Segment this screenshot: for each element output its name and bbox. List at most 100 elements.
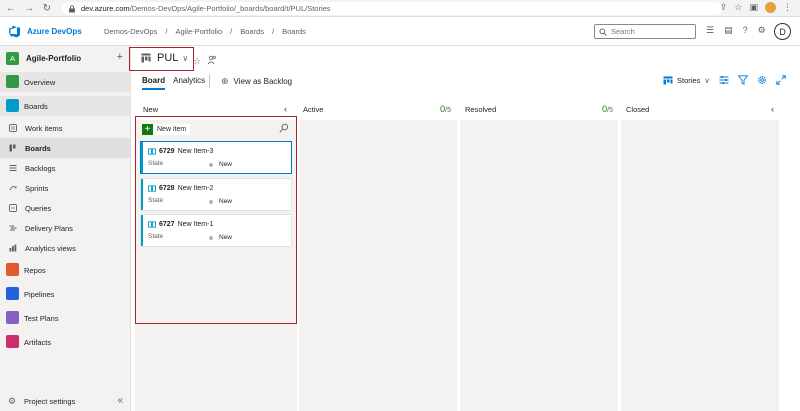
- sidebar-item-artifacts[interactable]: Artifacts: [0, 332, 131, 352]
- sidebar-item-repos[interactable]: Repos: [0, 260, 131, 280]
- column-title: Active: [303, 105, 324, 114]
- sidebar-item-label: Backlogs: [25, 163, 56, 173]
- card-title: 6729 New Item-3: [148, 148, 213, 155]
- work-item-card[interactable]: 6728 New Item-2 State New: [141, 179, 291, 210]
- card-name[interactable]: New Item-1: [178, 221, 214, 228]
- work-item-card[interactable]: 6729 New Item-3 State New: [140, 141, 292, 174]
- sidebar-item-analytics-views[interactable]: Analytics views: [0, 238, 131, 258]
- card-id: 6727: [159, 221, 175, 228]
- settings-gear-icon[interactable]: [757, 75, 767, 85]
- board-icon: [9, 144, 16, 152]
- address-bar[interactable]: dev.azure.com/Demos-DevOps/Agile-Portfol…: [62, 2, 722, 15]
- backlogs-icon: [9, 165, 17, 171]
- state-text: New: [219, 198, 233, 205]
- tab-board[interactable]: Board: [142, 76, 166, 90]
- fullscreen-icon[interactable]: [776, 75, 786, 85]
- artifacts-icon: [6, 335, 19, 348]
- breadcrumb-separator: /: [230, 27, 233, 36]
- sidebar-item-boards-hub[interactable]: Boards: [0, 96, 131, 116]
- column-header-resolved: Resolved 0/5: [465, 104, 613, 117]
- breadcrumb-hub[interactable]: Boards: [240, 27, 264, 36]
- state-value[interactable]: New: [209, 198, 232, 205]
- wip-count: 0/5: [602, 104, 613, 114]
- sidebar-item-label: Work items: [25, 123, 63, 133]
- search-input[interactable]: [611, 27, 691, 36]
- breadcrumb-project[interactable]: Agile-Portfolio: [175, 27, 222, 36]
- analytics-views-icon: [9, 244, 17, 252]
- plus-icon: +: [142, 124, 153, 135]
- favorite-star-icon[interactable]: ☆: [193, 56, 201, 67]
- add-icon[interactable]: +: [117, 51, 123, 63]
- help-icon[interactable]: ?: [743, 25, 748, 36]
- forward-icon[interactable]: →: [22, 1, 36, 15]
- brand-title[interactable]: Azure DevOps: [27, 27, 82, 36]
- user-settings-icon[interactable]: ⚙: [758, 25, 766, 36]
- column-header-closed: Closed ‹: [626, 104, 774, 117]
- sidebar-item-test-plans[interactable]: Test Plans: [0, 308, 131, 328]
- board-selector[interactable]: PUL ∨: [141, 52, 188, 64]
- browser-profile-icon[interactable]: [765, 2, 776, 13]
- breadcrumb-page[interactable]: Boards: [282, 27, 306, 36]
- share-icon[interactable]: ⇪: [720, 2, 728, 13]
- board-page: PUL ∨ ☆ Board Analytics ⊕ View as Backlo…: [129, 46, 800, 411]
- project-selector[interactable]: A Agile-Portfolio +: [6, 50, 125, 66]
- extensions-icon[interactable]: ▣: [749, 2, 758, 13]
- search-icon: [599, 27, 607, 36]
- task-list-icon[interactable]: ☰: [706, 25, 714, 36]
- sidebar-item-delivery-plans[interactable]: Delivery Plans: [0, 218, 131, 238]
- chevron-down-icon: ∨: [182, 53, 189, 63]
- sidebar-item-boards[interactable]: Boards: [0, 138, 131, 158]
- sidebar-item-pipelines[interactable]: Pipelines: [0, 284, 131, 304]
- state-value[interactable]: New: [209, 161, 232, 168]
- work-items-icon: [9, 124, 17, 132]
- sidebar-item-label: Overview: [24, 77, 56, 87]
- team-members-icon[interactable]: [207, 55, 217, 65]
- column-title: New: [143, 105, 159, 114]
- reload-icon[interactable]: ↻: [40, 1, 54, 15]
- filter-icon[interactable]: [737, 75, 748, 85]
- breadcrumb-org[interactable]: Demos-DevOps: [104, 27, 157, 36]
- sidebar-item-label: Artifacts: [24, 337, 52, 347]
- project-settings-label: Project settings: [24, 397, 76, 406]
- browser-toolbar: ← → ↻ dev.azure.com/Demos-DevOps/Agile-P…: [0, 0, 800, 17]
- repos-icon: [6, 263, 19, 276]
- sidebar-item-sprints[interactable]: Sprints: [0, 178, 131, 198]
- overview-icon: [6, 75, 19, 88]
- card-title: 6728 New Item-2: [148, 185, 213, 192]
- tab-analytics[interactable]: Analytics: [173, 76, 205, 90]
- back-icon[interactable]: ←: [4, 1, 18, 15]
- card-id: 6728: [159, 185, 175, 192]
- sidebar-item-overview[interactable]: Overview: [0, 72, 131, 92]
- column-options-icon[interactable]: [719, 75, 729, 85]
- card-name[interactable]: New Item-2: [178, 185, 214, 192]
- view-as-backlog-link[interactable]: ⊕ View as Backlog: [221, 76, 292, 87]
- browser-menu-icon[interactable]: ⋮: [783, 2, 792, 13]
- board-tabs: Board Analytics: [142, 76, 213, 90]
- state-label: State: [148, 233, 164, 240]
- column-header-active: Active 0/5: [303, 104, 451, 117]
- sidebar-item-backlogs[interactable]: Backlogs: [0, 158, 131, 178]
- collapse-column-icon[interactable]: ‹: [284, 104, 287, 114]
- bookmark-star-icon[interactable]: ☆: [734, 2, 742, 13]
- sidebar-item-label: Boards: [25, 143, 51, 153]
- sidebar-item-label: Sprints: [25, 183, 49, 193]
- user-avatar[interactable]: D: [774, 23, 791, 40]
- new-item-button[interactable]: + New item: [142, 124, 191, 135]
- marketplace-icon[interactable]: ▤: [724, 25, 733, 36]
- state-label: State: [148, 197, 164, 204]
- column-search-icon[interactable]: [279, 123, 289, 133]
- state-value[interactable]: New: [209, 234, 232, 241]
- azure-devops-logo-icon[interactable]: [8, 25, 21, 38]
- sidebar-item-queries[interactable]: Queries: [0, 198, 131, 218]
- sidebar-item-work-items[interactable]: Work items: [0, 118, 131, 138]
- search-box[interactable]: [594, 24, 696, 39]
- backlog-level-selector[interactable]: Stories ∨: [663, 76, 710, 85]
- board-name: PUL: [157, 52, 179, 64]
- test-plans-icon: [6, 311, 19, 324]
- collapse-column-icon[interactable]: ‹: [771, 104, 774, 114]
- collapse-nav-icon[interactable]: «: [117, 395, 123, 406]
- project-settings-link[interactable]: ⚙ Project settings «: [0, 392, 131, 411]
- user-story-icon: [148, 148, 156, 155]
- work-item-card[interactable]: 6727 New Item-1 State New: [141, 215, 291, 246]
- card-name[interactable]: New Item-3: [178, 148, 214, 155]
